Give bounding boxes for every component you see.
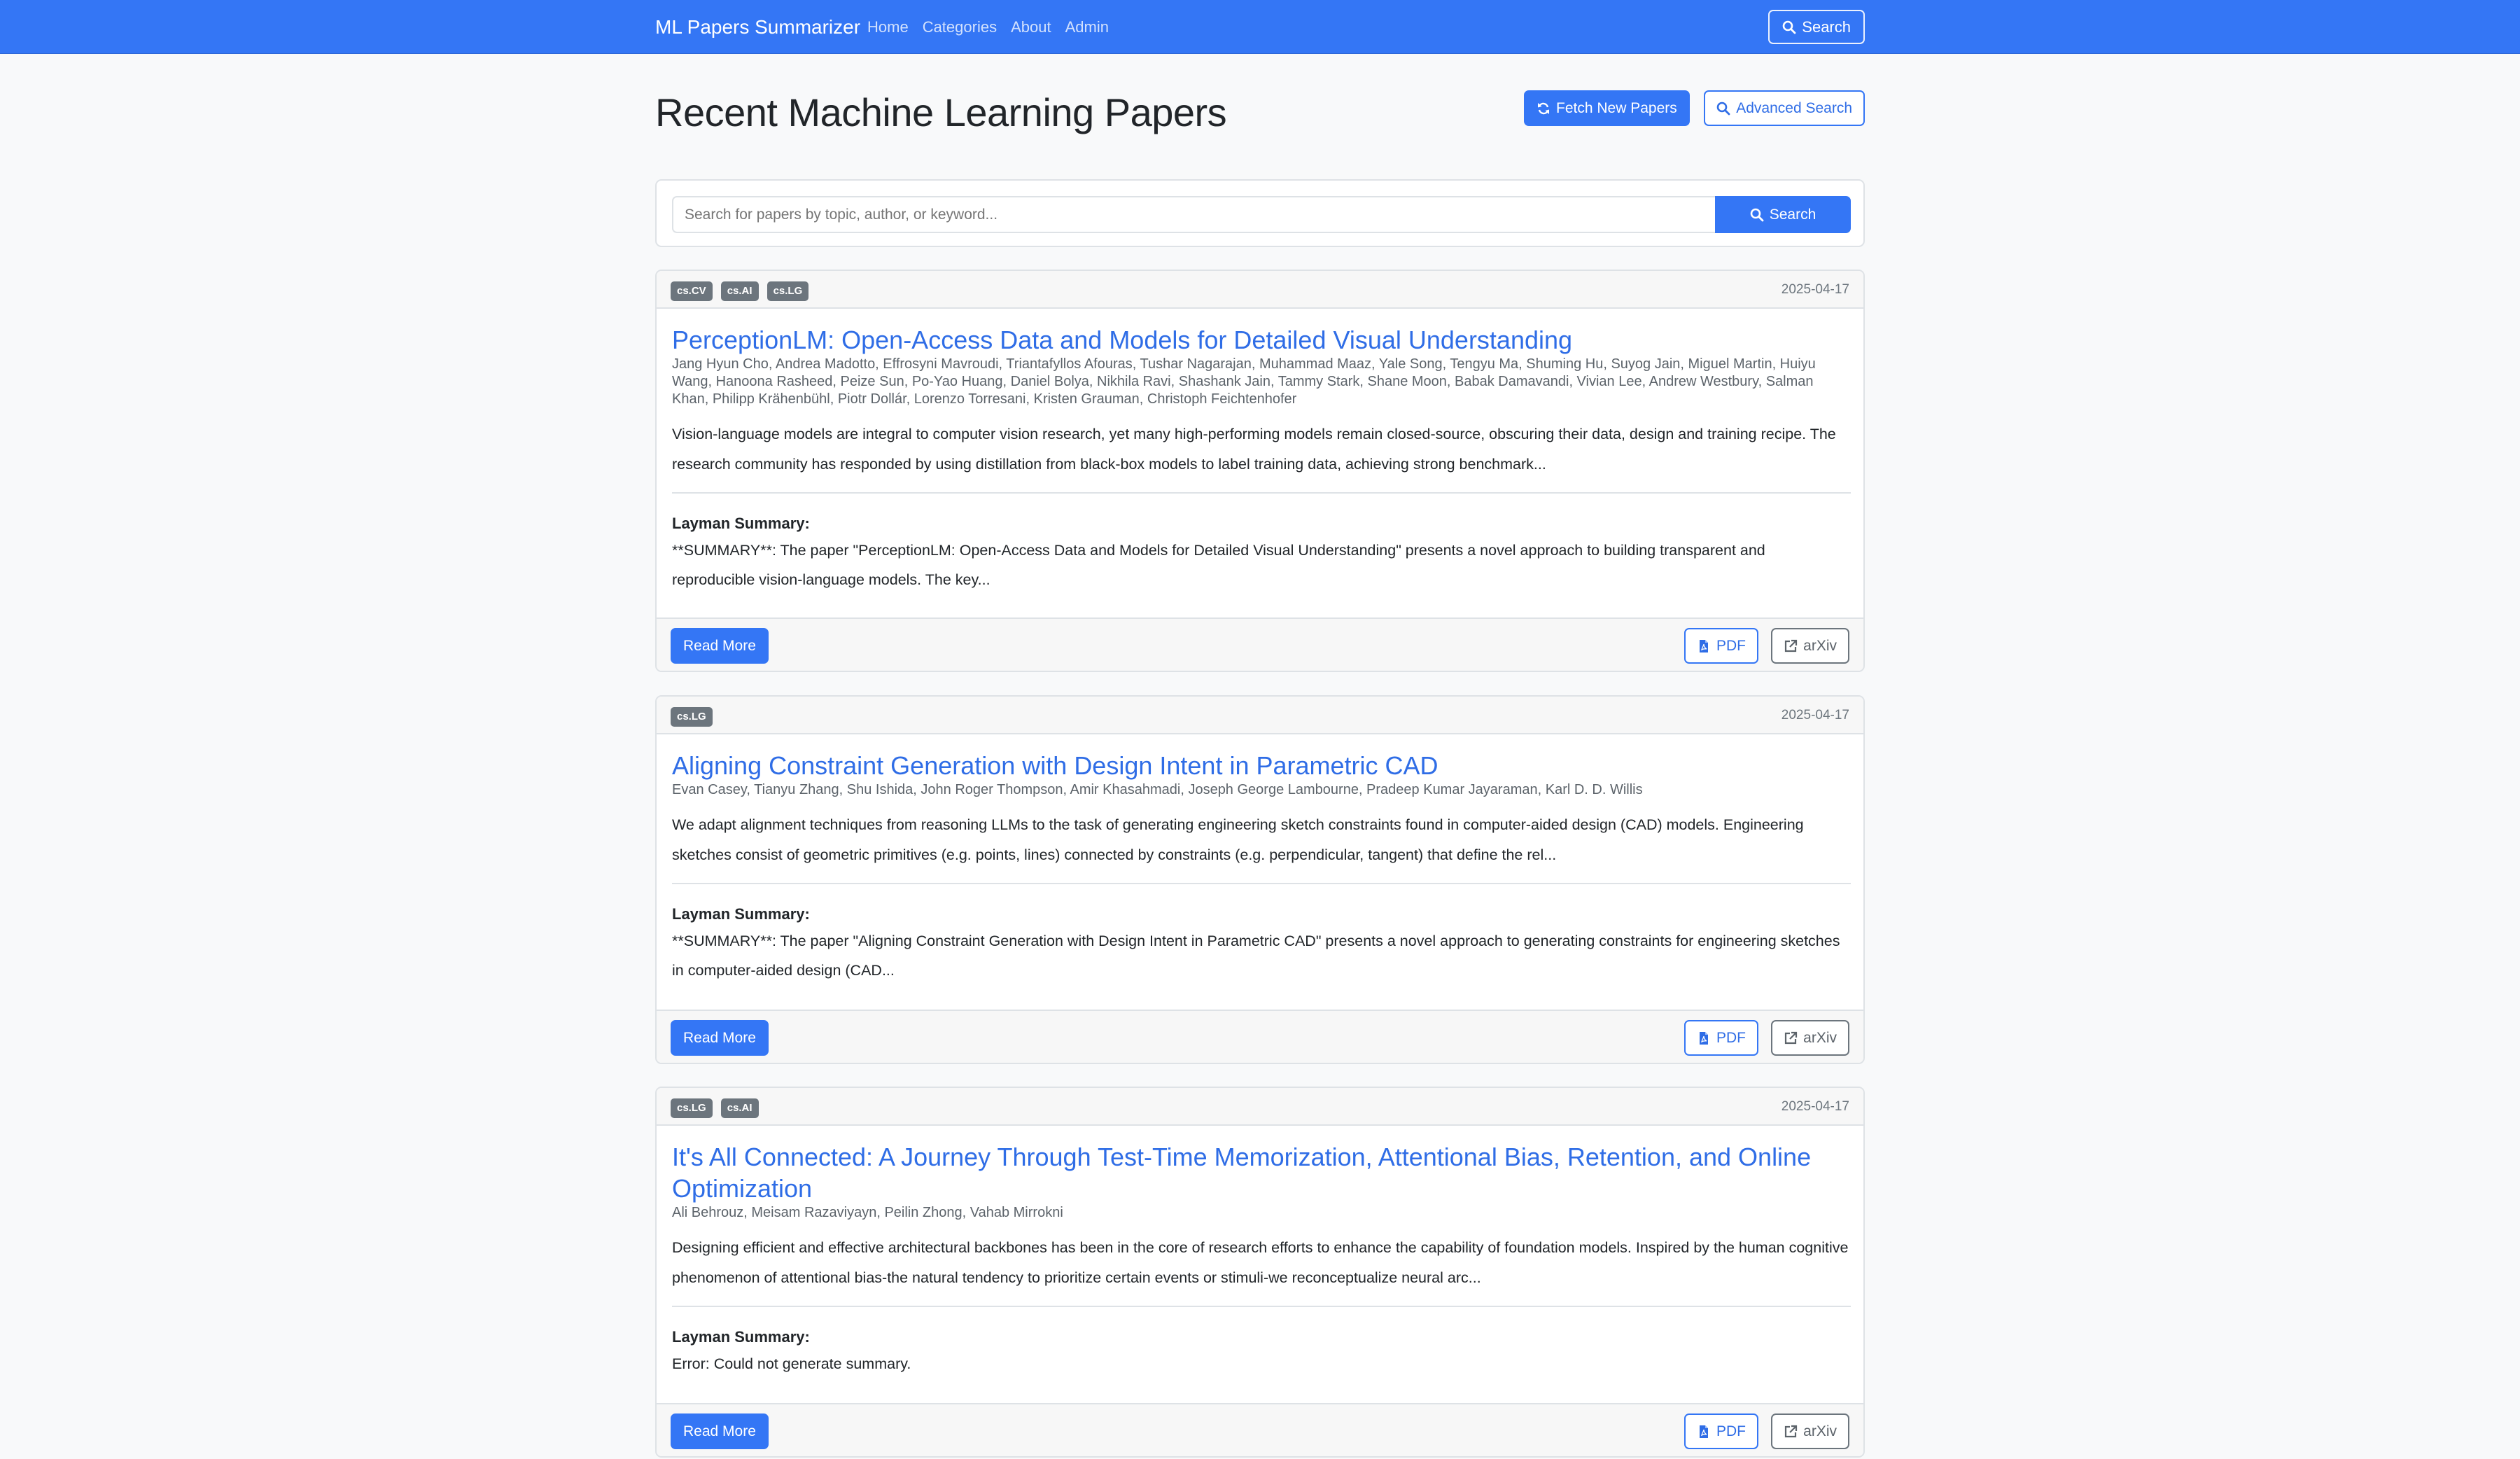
pdf-button[interactable]: PDF [1684,1020,1758,1056]
refresh-icon [1536,102,1550,116]
paper-title-link[interactable]: It's All Connected: A Journey Through Te… [672,1141,1851,1204]
external-link-icon [1784,1031,1798,1045]
divider [672,883,1851,884]
file-pdf-icon [1697,639,1711,653]
paper-date: 2025-04-17 [1781,1099,1849,1114]
paper-card-body: PerceptionLM: Open-Access Data and Model… [672,324,1851,594]
paper-title-link[interactable]: Aligning Constraint Generation with Desi… [672,750,1851,781]
arxiv-button[interactable]: arXiv [1771,628,1849,664]
paper-card-footer: Read More PDF arXiv [657,617,1863,671]
paper-card-header: cs.LG 2025-04-17 [657,697,1863,734]
paper-abstract: Vision-language models are integral to c… [672,426,1836,473]
search-button[interactable]: Search [1715,196,1851,233]
main-content: Recent Machine Learning Papers Fetch New… [655,0,1865,1459]
search-input[interactable] [672,196,1716,233]
category-tag[interactable]: cs.LG [766,281,809,301]
paper-abstract: Designing efficient and effective archit… [672,1239,1849,1286]
pdf-label: PDF [1716,1029,1746,1046]
category-tag[interactable]: cs.LG [671,707,713,727]
paper-authors: Ali Behrouz, Meisam Razaviyayn, Peilin Z… [672,1205,1063,1220]
arxiv-label: arXiv [1803,637,1837,654]
layman-summary-label: Layman Summary: [672,905,810,923]
paper-date: 2025-04-17 [1781,282,1849,297]
external-link-icon [1784,639,1798,653]
pdf-button[interactable]: PDF [1684,1413,1758,1449]
arxiv-button[interactable]: arXiv [1771,1020,1849,1056]
paper-card: cs.CV cs.AI cs.LG 2025-04-17 PerceptionL… [655,270,1865,672]
layman-summary-text: Error: Could not generate summary. [672,1355,911,1372]
external-link-icon [1784,1425,1798,1439]
paper-card-body: Aligning Constraint Generation with Desi… [672,750,1851,985]
paper-card: cs.LG cs.AI 2025-04-17 It's All Connecte… [655,1087,1865,1458]
search-icon [1750,208,1764,222]
read-more-button[interactable]: Read More [671,628,769,664]
read-more-button[interactable]: Read More [671,1413,769,1449]
divider [672,492,1851,494]
paper-card-footer: Read More PDF arXiv [657,1403,1863,1456]
paper-authors: Evan Casey, Tianyu Zhang, Shu Ishida, Jo… [672,782,1643,797]
category-tags: cs.LG [671,707,713,727]
pdf-button[interactable]: PDF [1684,628,1758,664]
search-icon [1716,102,1730,116]
fetch-label: Fetch New Papers [1556,99,1677,116]
fetch-new-papers-button[interactable]: Fetch New Papers [1524,90,1690,126]
layman-summary-label: Layman Summary: [672,1328,810,1346]
paper-abstract: We adapt alignment techniques from reaso… [672,816,1804,863]
category-tag[interactable]: cs.LG [671,1098,713,1118]
paper-card-body: It's All Connected: A Journey Through Te… [672,1141,1851,1378]
divider [672,1306,1851,1307]
paper-date: 2025-04-17 [1781,708,1849,722]
arxiv-button[interactable]: arXiv [1771,1413,1849,1449]
paper-title-link[interactable]: PerceptionLM: Open-Access Data and Model… [672,324,1851,356]
file-pdf-icon [1697,1425,1711,1439]
paper-card-footer: Read More PDF arXiv [657,1010,1863,1063]
arxiv-label: arXiv [1803,1423,1837,1439]
category-tags: cs.LG cs.AI [671,1098,759,1118]
category-tags: cs.CV cs.AI cs.LG [671,281,809,301]
layman-summary-text: **SUMMARY**: The paper "Aligning Constra… [672,933,1840,979]
category-tag[interactable]: cs.CV [671,281,713,301]
paper-card: cs.LG 2025-04-17 Aligning Constraint Gen… [655,695,1865,1064]
file-pdf-icon [1697,1031,1711,1045]
pdf-label: PDF [1716,1423,1746,1439]
paper-card-header: cs.CV cs.AI cs.LG 2025-04-17 [657,271,1863,309]
read-more-button[interactable]: Read More [671,1020,769,1056]
search-button-label: Search [1769,206,1816,223]
category-tag[interactable]: cs.AI [720,1098,759,1118]
layman-summary-label: Layman Summary: [672,515,810,532]
layman-summary-text: **SUMMARY**: The paper "PerceptionLM: Op… [672,542,1765,588]
search-card: Search [655,179,1865,247]
category-tag[interactable]: cs.AI [720,281,759,301]
arxiv-label: arXiv [1803,1029,1837,1046]
advanced-search-label: Advanced Search [1736,99,1852,116]
paper-authors: Jang Hyun Cho, Andrea Madotto, Effrosyni… [672,356,1816,407]
advanced-search-button[interactable]: Advanced Search [1704,90,1865,126]
page-title: Recent Machine Learning Papers [655,90,1227,134]
paper-card-header: cs.LG cs.AI 2025-04-17 [657,1088,1863,1126]
pdf-label: PDF [1716,637,1746,654]
